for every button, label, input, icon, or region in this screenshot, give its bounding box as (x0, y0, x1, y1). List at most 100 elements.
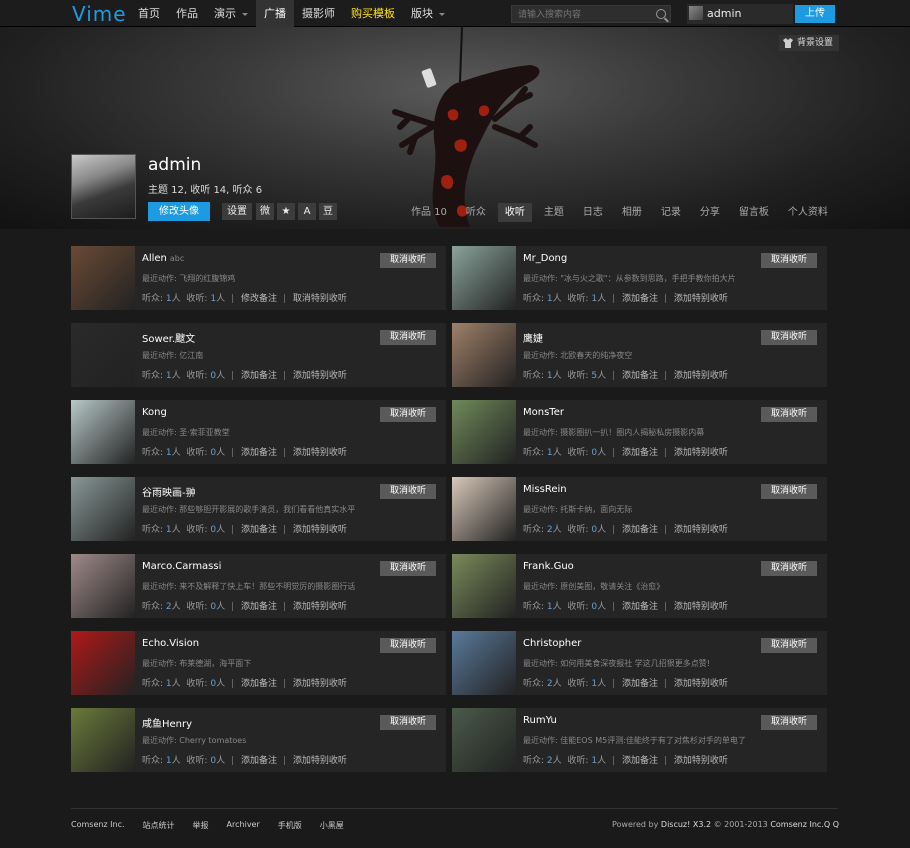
user-thumbnail[interactable] (452, 400, 516, 464)
user-name[interactable]: 谷雨映画-翀 (142, 484, 196, 499)
footer-link-3[interactable]: Archiver (227, 820, 260, 831)
discuz-link[interactable]: Discuz! X3.2 (661, 820, 711, 829)
note-link[interactable]: 添加备注 (241, 448, 277, 458)
settings-button[interactable]: 设置 (222, 203, 252, 220)
special-follow-link[interactable]: 添加特别收听 (674, 525, 728, 535)
unfollow-button[interactable]: 取消收听 (761, 484, 817, 499)
background-settings-button[interactable]: 背景设置 (779, 35, 840, 51)
special-follow-link[interactable]: 添加特别收听 (674, 679, 728, 689)
note-link[interactable]: 添加备注 (622, 756, 658, 766)
profile-tab-6[interactable]: 记录 (654, 203, 688, 222)
user-thumbnail[interactable] (452, 708, 516, 772)
nav-item-2[interactable]: 演示 (206, 0, 256, 27)
unfollow-button[interactable]: 取消收听 (380, 484, 436, 499)
nav-item-4[interactable]: 摄影师 (294, 0, 343, 27)
user-name[interactable]: Kong (142, 407, 167, 418)
special-follow-link[interactable]: 添加特别收听 (674, 371, 728, 381)
nav-item-1[interactable]: 作品 (168, 0, 206, 27)
user-name[interactable]: 鹰婕 (523, 330, 543, 345)
note-link[interactable]: 添加备注 (241, 756, 277, 766)
footer-link-4[interactable]: 手机版 (278, 820, 302, 831)
special-follow-link[interactable]: 添加特别收听 (293, 448, 347, 458)
recent-text[interactable]: 圣·索菲亚教堂 (179, 428, 230, 437)
user-name[interactable]: RumYu (523, 715, 557, 726)
recent-text[interactable]: "冰与火之歌"：从参数到思路，手把手教你拍大片 (560, 274, 735, 283)
upload-button[interactable]: 上传 (795, 5, 835, 23)
unfollow-button[interactable]: 取消收听 (761, 407, 817, 422)
edit-avatar-button[interactable]: 修改头像 (148, 202, 210, 221)
profile-tab-8[interactable]: 留言板 (732, 203, 776, 222)
unfollow-button[interactable]: 取消收听 (761, 715, 817, 730)
footer-link-5[interactable]: 小黑屋 (320, 820, 344, 831)
note-link[interactable]: 添加备注 (622, 679, 658, 689)
a-icon[interactable]: A (298, 203, 316, 220)
special-follow-link[interactable]: 添加特别收听 (293, 679, 347, 689)
search-icon[interactable] (656, 9, 666, 19)
unfollow-button[interactable]: 取消收听 (380, 561, 436, 576)
nav-item-3[interactable]: 广播 (256, 0, 294, 27)
user-name[interactable]: Echo.Vision (142, 638, 199, 649)
profile-tab-1[interactable]: 听众 (459, 203, 493, 222)
weibo-icon[interactable]: 微 (256, 203, 274, 220)
note-link[interactable]: 添加备注 (622, 602, 658, 612)
recent-text[interactable]: 飞翔的红腹锦鸡 (179, 274, 235, 283)
profile-avatar[interactable] (71, 154, 136, 219)
unfollow-button[interactable]: 取消收听 (761, 253, 817, 268)
user-thumbnail[interactable] (452, 631, 516, 695)
user-thumbnail[interactable] (71, 708, 135, 772)
recent-text[interactable]: 来不及解释了快上车！那些不明觉厉的摄影圈行话 (179, 582, 355, 591)
company-link[interactable]: Comsenz Inc.Q Q (770, 820, 839, 829)
profile-tab-9[interactable]: 个人资料 (781, 203, 835, 222)
unfollow-button[interactable]: 取消收听 (380, 253, 436, 268)
user-thumbnail[interactable] (452, 554, 516, 618)
note-link[interactable]: 添加备注 (622, 448, 658, 458)
user-thumbnail[interactable] (71, 631, 135, 695)
note-link[interactable]: 添加备注 (241, 602, 277, 612)
user-name[interactable]: Marco.Carmassi (142, 561, 221, 572)
recent-text[interactable]: 佳能EOS M5评测:佳能终于有了对焦杉对手的单电了 (560, 736, 746, 745)
special-follow-link[interactable]: 添加特别收听 (293, 371, 347, 381)
user-thumbnail[interactable] (452, 323, 516, 387)
note-link[interactable]: 添加备注 (622, 525, 658, 535)
recent-text[interactable]: 亿江南 (179, 351, 203, 360)
user-thumbnail[interactable] (71, 477, 135, 541)
unfollow-button[interactable]: 取消收听 (761, 638, 817, 653)
user-name[interactable]: MissRein (523, 484, 567, 495)
note-link[interactable]: 添加备注 (241, 525, 277, 535)
user-name[interactable]: MonsTer (523, 407, 564, 418)
user-thumbnail[interactable] (452, 246, 516, 310)
user-thumbnail[interactable] (452, 477, 516, 541)
user-thumbnail[interactable] (71, 246, 135, 310)
unfollow-button[interactable]: 取消收听 (380, 638, 436, 653)
recent-text[interactable]: 布莱德湖，海平面下 (179, 659, 251, 668)
user-menu[interactable]: admin (687, 4, 793, 24)
special-follow-link[interactable]: 添加特别收听 (674, 294, 728, 304)
recent-text[interactable]: Cherry tomatoes (179, 736, 246, 745)
note-link[interactable]: 添加备注 (241, 371, 277, 381)
user-thumbnail[interactable] (71, 554, 135, 618)
special-follow-link[interactable]: 添加特别收听 (293, 756, 347, 766)
recent-text[interactable]: 北欧春天的纯净夜空 (560, 351, 632, 360)
user-name[interactable]: 咸鱼Henry (142, 715, 192, 730)
unfollow-button[interactable]: 取消收听 (380, 715, 436, 730)
recent-text[interactable]: 托斯卡纳，面向无际 (560, 505, 632, 514)
user-name[interactable]: Sower.颼文 (142, 330, 195, 345)
note-link[interactable]: 添加备注 (622, 371, 658, 381)
note-link[interactable]: 修改备注 (241, 294, 277, 304)
user-name[interactable]: Frank.Guo (523, 561, 574, 572)
user-thumbnail[interactable] (71, 323, 135, 387)
special-follow-link[interactable]: 添加特别收听 (293, 602, 347, 612)
recent-text[interactable]: 那些够胆开影展的歌手演员，我们看看他真实水平 (179, 505, 355, 514)
user-name[interactable]: Mr_Dong (523, 253, 567, 264)
profile-tab-5[interactable]: 相册 (615, 203, 649, 222)
footer-link-0[interactable]: Comsenz Inc. (71, 820, 125, 831)
recent-text[interactable]: 如何用美食深夜报社 学这几招狠更多点赞! (560, 659, 710, 668)
profile-tab-7[interactable]: 分享 (693, 203, 727, 222)
profile-tab-4[interactable]: 日志 (576, 203, 610, 222)
special-follow-link[interactable]: 添加特别收听 (674, 756, 728, 766)
profile-tab-0[interactable]: 作品 10 (404, 203, 454, 222)
user-name[interactable]: Christopher (523, 638, 581, 649)
special-follow-link[interactable]: 添加特别收听 (293, 525, 347, 535)
special-follow-link[interactable]: 添加特别收听 (674, 602, 728, 612)
user-thumbnail[interactable] (71, 400, 135, 464)
